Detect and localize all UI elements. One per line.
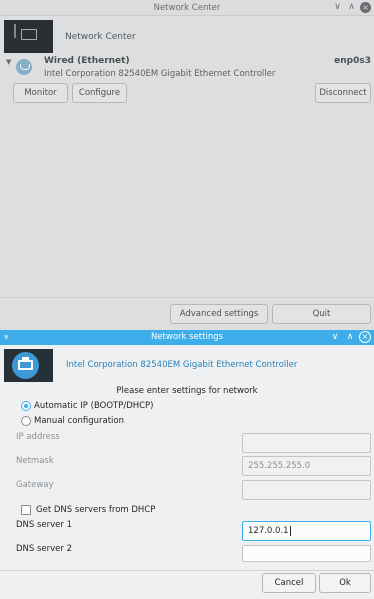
ethernet-icon — [16, 59, 32, 75]
minimize-button[interactable]: ∨ — [329, 331, 341, 343]
dialog-titlebar: ⩔ Network settings ∨ ∧ × — [0, 330, 374, 345]
connection-name: Wired (Ethernet) — [44, 56, 130, 66]
netmask-label: Netmask — [16, 456, 54, 466]
app-header: Network Center — [4, 20, 136, 53]
close-button[interactable]: × — [359, 331, 371, 343]
radio-automatic-label: Automatic IP (BOOTP/DHCP) — [34, 401, 154, 411]
network-card-icon — [4, 349, 53, 382]
gateway-label: Gateway — [16, 480, 54, 490]
ip-address-label: IP address — [16, 432, 60, 442]
dns-from-dhcp-checkbox[interactable]: Get DNS servers from DHCP — [21, 505, 155, 515]
ok-button[interactable]: Ok — [319, 573, 371, 593]
gateway-input[interactable] — [242, 480, 371, 500]
app-title: Network Center — [65, 31, 136, 42]
network-settings-dialog: ⩔ Network settings ∨ ∧ × Intel Corporati… — [0, 330, 374, 599]
netmask-input[interactable]: 255.255.255.0 — [242, 456, 371, 476]
settings-prompt: Please enter settings for network — [116, 386, 258, 396]
network-center-window: Network Center ∨ ∧ × Network Center ▼ Wi… — [0, 0, 374, 330]
divider — [0, 297, 374, 298]
maximize-button[interactable]: ∧ — [344, 331, 356, 343]
radio-manual-configuration[interactable]: Manual configuration — [21, 416, 124, 426]
radio-unselected-icon[interactable] — [21, 416, 31, 426]
configure-button[interactable]: Configure — [72, 83, 127, 103]
maximize-button[interactable]: ∧ — [346, 2, 357, 13]
text-caret — [289, 525, 291, 536]
radio-manual-label: Manual configuration — [34, 416, 124, 426]
connection-row[interactable]: ▼ Wired (Ethernet) Intel Corporation 825… — [4, 54, 371, 82]
dns-server-2-label: DNS server 2 — [16, 544, 73, 554]
dns-from-dhcp-label: Get DNS servers from DHCP — [36, 505, 156, 515]
expand-arrow-icon[interactable]: ▼ — [6, 58, 11, 66]
radio-selected-icon[interactable] — [21, 401, 31, 411]
close-button[interactable]: × — [360, 2, 371, 13]
advanced-settings-button[interactable]: Advanced settings — [170, 304, 268, 324]
dns-server-1-value: 127.0.0.1 — [248, 526, 289, 536]
window-title: Network Center — [153, 3, 221, 13]
connection-interface: enp0s3 — [334, 56, 371, 66]
ip-address-input[interactable] — [242, 433, 371, 453]
checkbox-unchecked-icon[interactable] — [21, 505, 31, 515]
dns-server-1-input[interactable]: 127.0.0.1 — [242, 521, 371, 541]
device-title: Intel Corporation 82540EM Gigabit Ethern… — [66, 360, 298, 370]
monitor-button[interactable]: Monitor — [13, 83, 68, 103]
connection-device: Intel Corporation 82540EM Gigabit Ethern… — [44, 69, 276, 79]
disconnect-button[interactable]: Disconnect — [315, 83, 371, 103]
dns-server-1-label: DNS server 1 — [16, 520, 73, 530]
network-center-titlebar: Network Center ∨ ∧ × — [0, 0, 374, 16]
dialog-title: Network settings — [150, 332, 224, 342]
quit-button[interactable]: Quit — [272, 304, 371, 324]
radio-automatic-ip[interactable]: Automatic IP (BOOTP/DHCP) — [21, 401, 154, 411]
dialog-divider — [0, 570, 374, 571]
minimize-button[interactable]: ∨ — [332, 2, 343, 13]
dns-server-2-input[interactable] — [242, 545, 371, 562]
cancel-button[interactable]: Cancel — [262, 573, 316, 593]
network-center-logo-icon — [4, 20, 53, 53]
